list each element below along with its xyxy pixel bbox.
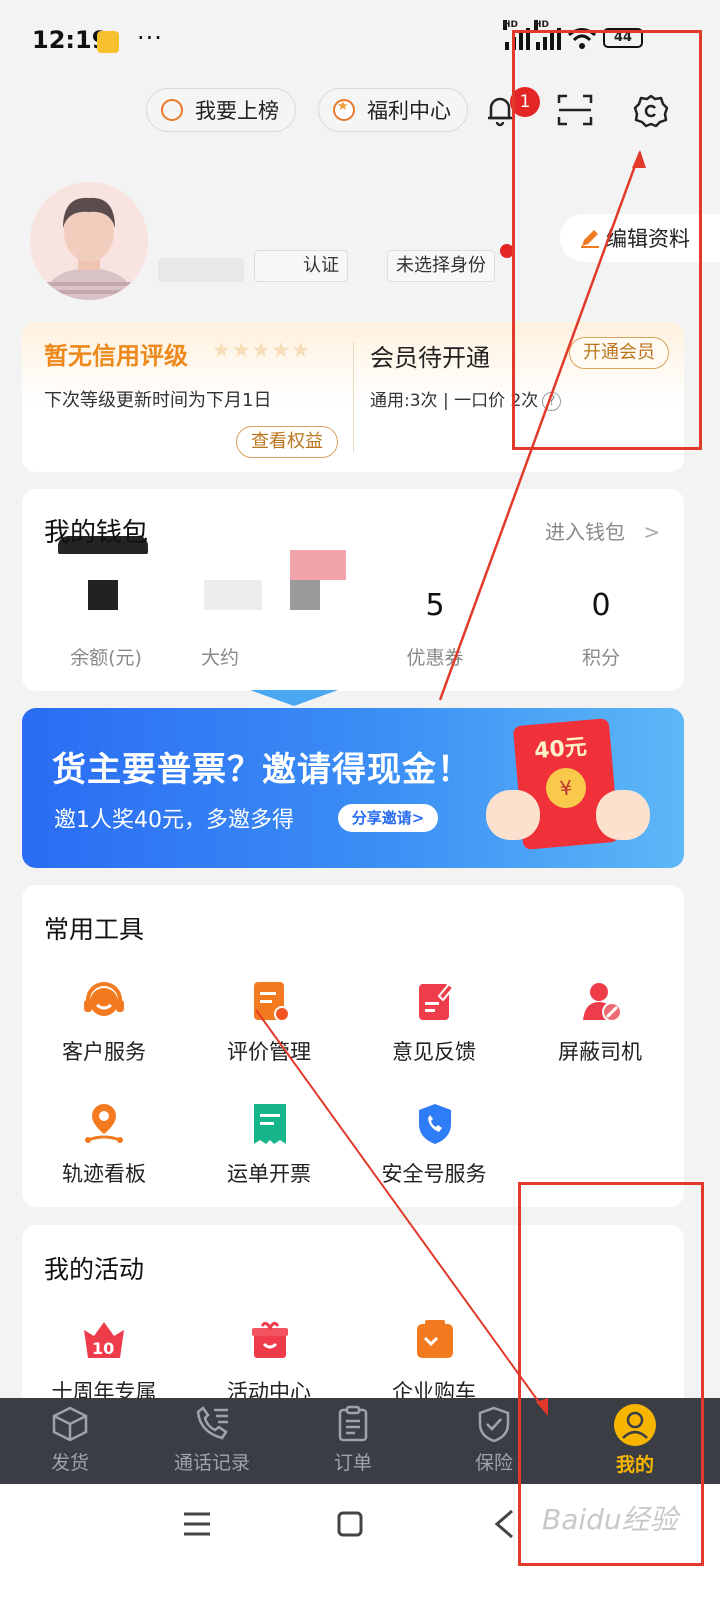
annotation-box-top [512, 30, 702, 450]
tab-orders[interactable]: 订单 [293, 1404, 413, 1475]
invoice-icon [254, 1104, 286, 1144]
masked-balance [88, 580, 118, 610]
review-icon [254, 982, 290, 1022]
hd-label-2: HD [534, 20, 550, 30]
tab-insurance-label: 保险 [474, 1452, 513, 1474]
membership-title: 会员待开通 [370, 344, 490, 372]
verify-tag-label: 认证 [303, 255, 339, 276]
tab-call-log-label: 通话记录 [173, 1452, 250, 1474]
avatar[interactable] [30, 182, 148, 300]
points-label: 积分 [581, 647, 620, 669]
hand-left-icon [486, 790, 540, 840]
tool-track-board[interactable]: 轨迹看板 [29, 1158, 179, 1188]
coupon-label: 优惠券 [406, 647, 464, 669]
tools-title: 常用工具 [44, 915, 145, 944]
car-purchase-icon [417, 1320, 453, 1358]
shield-icon [478, 1406, 510, 1443]
masked-username [158, 258, 244, 282]
rating-stars: ★★★★★ [212, 338, 312, 362]
tool-feedback[interactable]: 意见反馈 [359, 1036, 509, 1066]
ranking-label: 我要上榜 [195, 99, 279, 123]
feedback-icon [419, 982, 455, 1020]
hd-label: HD [503, 20, 519, 30]
box-icon [52, 1406, 88, 1442]
banner-subtitle: 邀1人奖40元，多邀多得 [54, 808, 294, 833]
back-icon[interactable] [492, 1508, 516, 1540]
masked-value-2 [204, 580, 262, 610]
mosaic-block [58, 536, 148, 554]
wallet-item-2-label: 大约 [200, 647, 239, 669]
tab-call-log[interactable]: 通话记录 [152, 1404, 272, 1475]
clipboard-icon [338, 1405, 368, 1442]
tool-secure-number[interactable]: 安全号服务 [359, 1158, 509, 1188]
menu-icon[interactable] [182, 1510, 212, 1538]
secure-phone-icon [419, 1104, 451, 1144]
banner-pointer [250, 690, 338, 706]
identity-tag[interactable]: 未选择身份 [387, 250, 495, 282]
verify-tag[interactable]: 认证 [254, 250, 348, 282]
activities-title: 我的活动 [44, 1255, 145, 1284]
tool-review-management[interactable]: 评价管理 [194, 1036, 344, 1066]
headset-icon [84, 982, 124, 1016]
tab-ship-label: 发货 [50, 1452, 89, 1474]
home-icon[interactable] [336, 1510, 364, 1538]
notification-app-icon [97, 31, 119, 53]
coupon-count[interactable]: 5 [375, 588, 495, 623]
masked-value-4 [290, 580, 320, 610]
enter-wallet-link[interactable]: 进入钱包 > [545, 516, 660, 545]
welfare-center-button[interactable]: 福利中心 [318, 88, 468, 132]
anniversary-icon: 10 [84, 1322, 124, 1358]
track-icon [85, 1104, 123, 1143]
welfare-label: 福利中心 [367, 99, 451, 123]
hand-right-icon [596, 790, 650, 840]
chevron-right-icon: > [643, 520, 661, 544]
share-invite-button[interactable]: 分享邀请> [338, 804, 438, 832]
view-benefits-button[interactable]: 查看权益 [236, 426, 338, 458]
ranking-button[interactable]: 我要上榜 [146, 88, 296, 132]
tab-orders-label: 订单 [333, 1452, 372, 1474]
annotation-box-bottom [518, 1182, 704, 1566]
credit-rating-title: 暂无信用评级 [44, 342, 188, 370]
star-badge-icon [333, 99, 355, 121]
tool-block-driver[interactable]: 屏蔽司机 [525, 1036, 675, 1066]
tool-waybill-invoice[interactable]: 运单开票 [194, 1158, 344, 1188]
trophy-icon [161, 99, 183, 121]
divider [353, 342, 354, 452]
credit-update-note: 下次等级更新时间为下月1日 [44, 390, 272, 411]
masked-value-3 [290, 550, 346, 580]
banner-title: 货主要普票？邀请得现金！ [52, 750, 472, 790]
envelope-amount: 40元 [533, 734, 588, 765]
svg-text:10: 10 [92, 1339, 114, 1358]
gift-icon [252, 1321, 288, 1358]
tab-ship[interactable]: 发货 [10, 1404, 130, 1475]
more-notifications-icon: ··· [137, 24, 163, 52]
points-count[interactable]: 0 [541, 588, 661, 623]
enter-wallet-label: 进入钱包 [545, 520, 625, 544]
phone-list-icon [196, 1406, 228, 1440]
block-driver-icon [583, 983, 622, 1022]
tool-customer-service[interactable]: 客户服务 [29, 1036, 179, 1066]
